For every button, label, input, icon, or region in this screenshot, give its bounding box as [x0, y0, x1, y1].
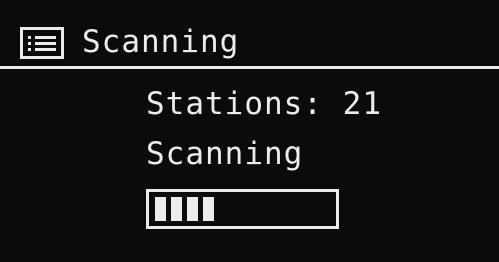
header-divider — [0, 66, 499, 69]
menu-list-icon-dot — [28, 36, 31, 39]
menu-list-icon-line — [35, 36, 56, 39]
scan-progress-bar — [146, 189, 339, 229]
scan-status-text: Scanning — [146, 136, 304, 172]
progress-segment — [155, 197, 166, 221]
progress-segment — [171, 197, 182, 221]
menu-list-icon-line — [35, 48, 56, 51]
stations-label: Stations: — [146, 86, 323, 122]
header-title: Scanning — [82, 24, 240, 60]
menu-list-icon-dot — [28, 42, 31, 45]
progress-segment — [203, 197, 214, 221]
radio-display: Scanning Stations: 21 Scanning — [0, 0, 499, 262]
menu-list-icon-line — [35, 42, 56, 45]
progress-segment — [187, 197, 198, 221]
menu-list-icon — [20, 27, 64, 59]
header-bar: Scanning — [0, 0, 499, 66]
stations-found-line: Stations: 21 — [146, 84, 382, 124]
menu-list-icon-dot — [28, 48, 31, 51]
stations-count: 21 — [342, 86, 382, 122]
